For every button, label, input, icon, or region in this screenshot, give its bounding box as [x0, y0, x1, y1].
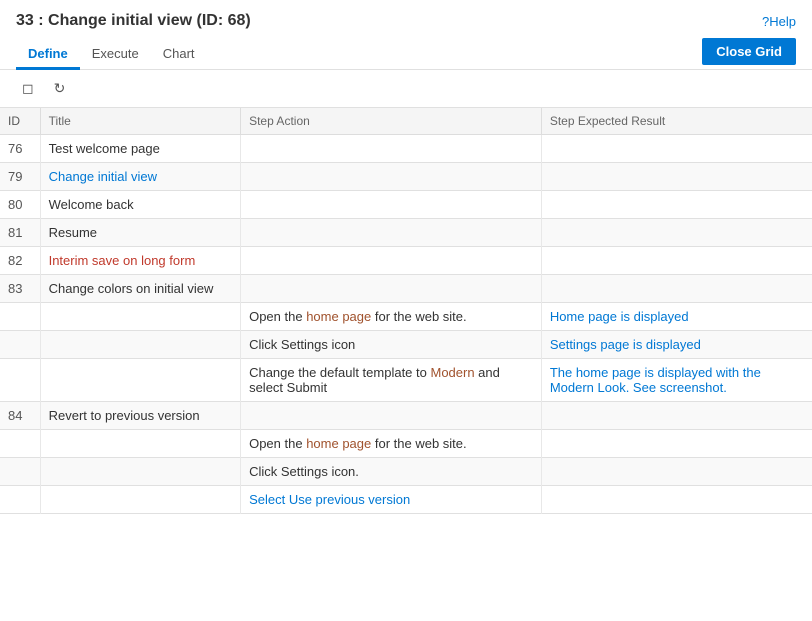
table-row[interactable]: 76Test welcome page — [0, 135, 812, 163]
cell-action: Open the home page for the web site. — [241, 430, 542, 458]
cell-id: 80 — [0, 191, 40, 219]
cell-title: Welcome back — [40, 191, 240, 219]
cell-id — [0, 458, 40, 486]
table-header: ID Title Step Action Step Expected Resul… — [0, 108, 812, 135]
tab-execute[interactable]: Execute — [80, 40, 151, 70]
cell-action — [241, 163, 542, 191]
cell-expected: Settings page is displayed — [541, 331, 812, 359]
cell-title — [40, 359, 240, 402]
cell-title: Resume — [40, 219, 240, 247]
cell-id — [0, 486, 40, 514]
cell-id — [0, 430, 40, 458]
table-row[interactable]: Open the home page for the web site. — [0, 430, 812, 458]
cell-action: Change the default template to Modern an… — [241, 359, 542, 402]
cell-id: 83 — [0, 275, 40, 303]
cell-id: 84 — [0, 402, 40, 430]
table-row[interactable]: Select Use previous version — [0, 486, 812, 514]
close-grid-button[interactable]: Close Grid — [702, 38, 796, 65]
cell-expected: The home page is displayed with the Mode… — [541, 359, 812, 402]
tab-bar: DefineExecuteChart — [16, 40, 207, 69]
col-header-id: ID — [0, 108, 40, 135]
cell-id: 79 — [0, 163, 40, 191]
cell-action — [241, 219, 542, 247]
table-row[interactable]: 80Welcome back — [0, 191, 812, 219]
cell-title — [40, 430, 240, 458]
table-row[interactable]: Click Settings iconSettings page is disp… — [0, 331, 812, 359]
cell-expected — [541, 247, 812, 275]
toolbar: ◻ ↻ — [0, 70, 812, 108]
table-row[interactable]: 84Revert to previous version — [0, 402, 812, 430]
cell-expected — [541, 402, 812, 430]
cell-title: Revert to previous version — [40, 402, 240, 430]
cell-expected — [541, 430, 812, 458]
refresh-button[interactable]: ↻ — [48, 76, 72, 101]
col-header-expected: Step Expected Result — [541, 108, 812, 135]
table-row[interactable]: 83Change colors on initial view — [0, 275, 812, 303]
page-title: 33 : Change initial view (ID: 68) — [16, 12, 251, 30]
cell-id — [0, 359, 40, 402]
cell-title — [40, 331, 240, 359]
cell-title: Change colors on initial view — [40, 275, 240, 303]
cell-title — [40, 486, 240, 514]
cell-expected — [541, 458, 812, 486]
data-grid: ID Title Step Action Step Expected Resul… — [0, 108, 812, 514]
cell-id — [0, 303, 40, 331]
cell-expected — [541, 135, 812, 163]
col-header-action: Step Action — [241, 108, 542, 135]
cell-id: 82 — [0, 247, 40, 275]
cell-title — [40, 303, 240, 331]
cell-action — [241, 402, 542, 430]
cell-action — [241, 191, 542, 219]
cell-action: Open the home page for the web site. — [241, 303, 542, 331]
cell-title: Interim save on long form — [40, 247, 240, 275]
col-header-title: Title — [40, 108, 240, 135]
tab-define[interactable]: Define — [16, 40, 80, 70]
table-row[interactable]: 81Resume — [0, 219, 812, 247]
cell-expected — [541, 163, 812, 191]
table-row[interactable]: 79Change initial view — [0, 163, 812, 191]
filter-icon: ◻ — [22, 80, 34, 96]
table-body: 76Test welcome page79Change initial view… — [0, 135, 812, 514]
cell-expected — [541, 191, 812, 219]
table-row[interactable]: Click Settings icon. — [0, 458, 812, 486]
cell-action — [241, 247, 542, 275]
cell-id: 81 — [0, 219, 40, 247]
cell-title: Test welcome page — [40, 135, 240, 163]
refresh-icon: ↻ — [54, 80, 66, 96]
cell-action — [241, 275, 542, 303]
cell-expected: Home page is displayed — [541, 303, 812, 331]
table-row[interactable]: Change the default template to Modern an… — [0, 359, 812, 402]
cell-expected — [541, 486, 812, 514]
cell-expected — [541, 219, 812, 247]
help-link[interactable]: ?Help — [762, 14, 796, 29]
cell-id: 76 — [0, 135, 40, 163]
filter-button[interactable]: ◻ — [16, 76, 40, 101]
cell-title — [40, 458, 240, 486]
table-row[interactable]: Open the home page for the web site.Home… — [0, 303, 812, 331]
cell-id — [0, 331, 40, 359]
cell-title: Change initial view — [40, 163, 240, 191]
cell-action: Click Settings icon. — [241, 458, 542, 486]
cell-action: Select Use previous version — [241, 486, 542, 514]
tab-chart[interactable]: Chart — [151, 40, 207, 70]
cell-expected — [541, 275, 812, 303]
cell-action: Click Settings icon — [241, 331, 542, 359]
table-row[interactable]: 82Interim save on long form — [0, 247, 812, 275]
cell-action — [241, 135, 542, 163]
